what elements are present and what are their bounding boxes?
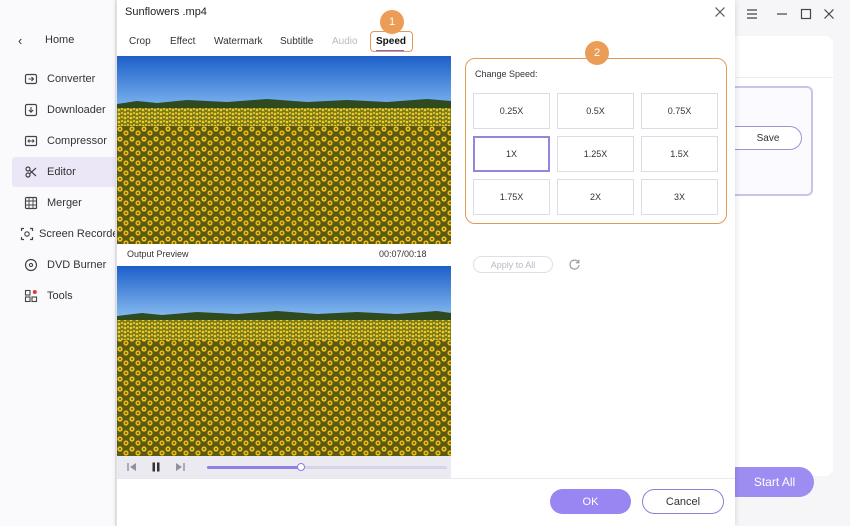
original-preview	[117, 56, 451, 244]
sidebar-item-label: Downloader	[47, 104, 106, 116]
cancel-button[interactable]: Cancel	[642, 489, 724, 514]
merger-icon	[20, 196, 42, 210]
sidebar-item-converter[interactable]: Converter	[12, 64, 115, 94]
window-close-icon[interactable]	[821, 6, 837, 22]
downloader-icon	[20, 103, 42, 117]
sidebar: ‹ Home Converter Downloader Compressor E…	[0, 0, 116, 526]
speed-option-0-75x[interactable]: 0.75X	[641, 93, 718, 129]
change-speed-label: Change Speed:	[475, 69, 538, 79]
screen-recorder-icon	[20, 227, 34, 241]
tab-subtitle[interactable]: Subtitle	[280, 36, 313, 47]
speed-option-2x[interactable]: 2X	[557, 179, 634, 215]
progress-track[interactable]	[207, 463, 447, 471]
speed-option-0-25x[interactable]: 0.25X	[473, 93, 550, 129]
next-frame-icon[interactable]	[173, 460, 187, 474]
reset-icon[interactable]	[567, 257, 581, 271]
compressor-icon	[20, 134, 42, 148]
converter-icon	[20, 72, 42, 86]
output-preview	[117, 266, 451, 456]
output-preview-label: Output Preview	[127, 249, 189, 259]
maximize-icon[interactable]	[798, 6, 814, 22]
sidebar-item-tools[interactable]: Tools	[12, 281, 115, 311]
tab-crop[interactable]: Crop	[129, 36, 151, 47]
sidebar-item-label: Converter	[47, 73, 96, 85]
editor-scissors-icon	[20, 165, 42, 179]
tab-watermark[interactable]: Watermark	[214, 36, 263, 47]
sidebar-item-dvd-burner[interactable]: DVD Burner	[12, 250, 115, 280]
menu-icon[interactable]	[744, 6, 760, 22]
home-label: Home	[45, 34, 75, 46]
minimize-icon[interactable]	[774, 6, 790, 22]
sidebar-item-merger[interactable]: Merger	[12, 188, 115, 218]
player-controls	[117, 456, 451, 478]
sidebar-item-label: Editor	[47, 166, 76, 178]
tab-audio[interactable]: Audio	[332, 36, 358, 47]
speed-option-1-5x[interactable]: 1.5X	[641, 136, 718, 172]
speed-option-3x[interactable]: 3X	[641, 179, 718, 215]
sidebar-item-label: DVD Burner	[47, 259, 107, 271]
sidebar-item-downloader[interactable]: Downloader	[12, 95, 115, 125]
sidebar-item-screen-recorder[interactable]: Screen Recorder	[12, 219, 115, 249]
ok-button[interactable]: OK	[550, 489, 631, 514]
dvd-burner-icon	[20, 258, 42, 272]
sidebar-item-label: Merger	[47, 197, 82, 209]
apply-to-all-button[interactable]: Apply to All	[473, 256, 553, 273]
previous-frame-icon[interactable]	[125, 460, 139, 474]
save-button[interactable]: Save	[735, 126, 802, 150]
background-divider	[735, 77, 833, 78]
tab-effect[interactable]: Effect	[170, 36, 195, 47]
editor-dialog: Sunflowers .mp4 Crop Effect Watermark Su…	[117, 0, 735, 526]
close-icon[interactable]	[712, 4, 728, 20]
dialog-title: Sunflowers .mp4	[125, 6, 207, 18]
sidebar-item-label: Compressor	[47, 135, 107, 147]
speed-option-1-25x[interactable]: 1.25X	[557, 136, 634, 172]
step-marker-1: 1	[380, 10, 404, 34]
speed-option-1-75x[interactable]: 1.75X	[473, 179, 550, 215]
sidebar-item-label: Screen Recorder	[39, 228, 115, 240]
sidebar-item-compressor[interactable]: Compressor	[12, 126, 115, 156]
step-marker-2: 2	[585, 41, 609, 65]
speed-option-0-5x[interactable]: 0.5X	[557, 93, 634, 129]
playback-time: 00:07/00:18	[379, 249, 427, 259]
chevron-left-icon: ‹	[18, 32, 23, 48]
progress-handle[interactable]	[296, 463, 305, 471]
pause-icon[interactable]	[149, 460, 163, 474]
progress-fill	[207, 466, 301, 469]
speed-tab-highlight	[370, 31, 413, 52]
start-all-button[interactable]: Start All	[735, 467, 814, 497]
home-button[interactable]: ‹ Home	[18, 30, 113, 50]
speed-option-1x[interactable]: 1X	[473, 136, 550, 172]
tools-grid-icon	[20, 289, 42, 303]
sidebar-item-label: Tools	[47, 290, 73, 302]
sidebar-item-editor[interactable]: Editor	[12, 157, 115, 187]
